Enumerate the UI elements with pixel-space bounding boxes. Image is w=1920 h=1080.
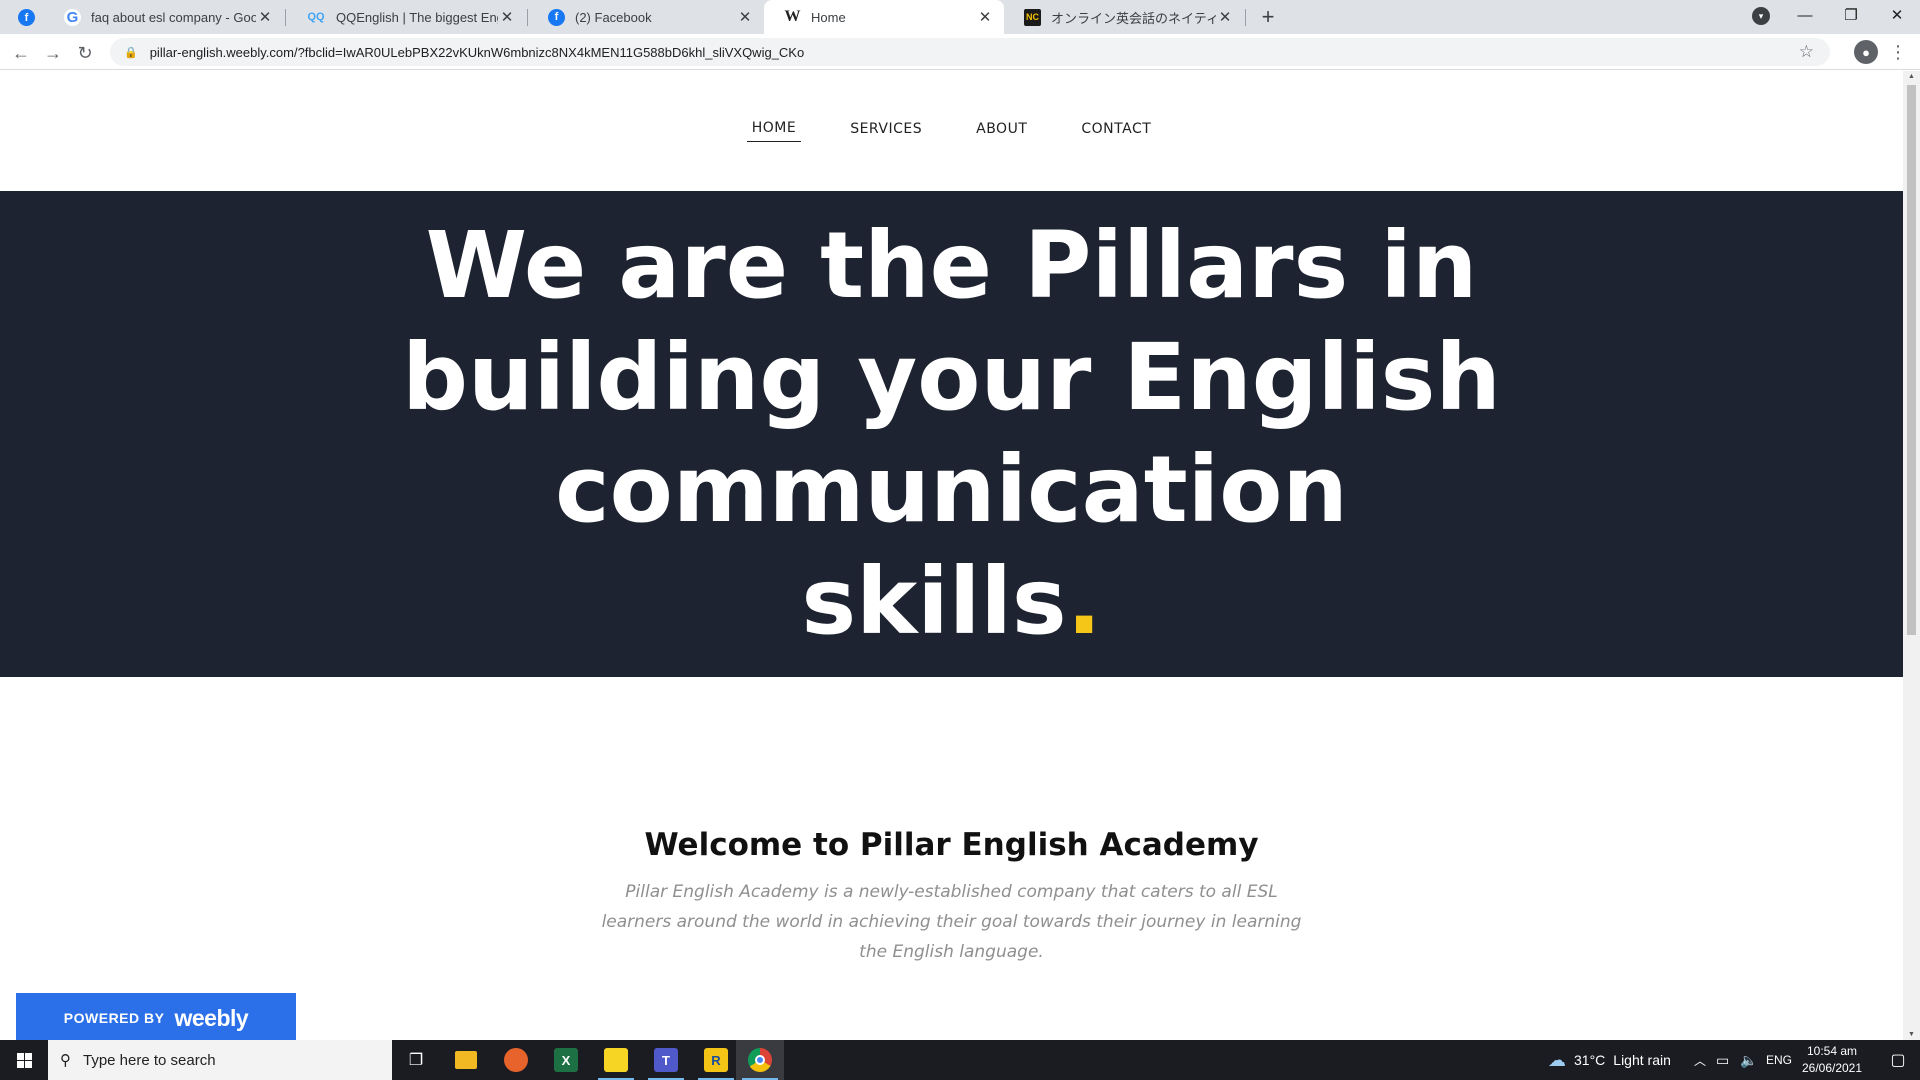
nav-contact[interactable]: CONTACT <box>1076 121 1156 142</box>
facebook-pinned-icon[interactable]: f <box>18 9 35 26</box>
nav-home[interactable]: HOME <box>746 120 802 142</box>
minimize-icon[interactable]: — <box>1782 0 1828 30</box>
close-tab-icon[interactable]: ✕ <box>256 8 274 26</box>
google-icon: G <box>64 8 81 26</box>
weather-temp: 31°C <box>1574 1052 1606 1068</box>
welcome-description: Pillar English Academy is a newly-establ… <box>601 882 1302 962</box>
nav-about[interactable]: ABOUT <box>971 121 1032 142</box>
tab-title: faq about esl company - Google <box>91 9 256 25</box>
sticky-notes-icon[interactable] <box>592 1040 640 1080</box>
taskbar-search-placeholder: Type here to search <box>83 1051 216 1069</box>
cloud-rain-icon: ☁ <box>1548 1049 1566 1070</box>
hero-banner: We are the Pillars in building your Engl… <box>0 191 1903 677</box>
url-text[interactable]: pillar-english.weebly.com/?fbclid=IwAR0U… <box>150 45 805 60</box>
hero-accent-dot: . <box>1066 548 1102 655</box>
search-icon: ⚲ <box>60 1052 71 1069</box>
clock-date: 26/06/2021 <box>1801 1061 1863 1075</box>
tab-title: QQEnglish | The biggest English <box>336 9 498 25</box>
page-scrollbar[interactable]: ▲ ▼ <box>1903 71 1920 1040</box>
welcome-title: Welcome to Pillar English Academy <box>644 827 1259 863</box>
back-icon[interactable]: ← <box>8 40 34 66</box>
browser-toolbar: ← → ↻ 🔒 pillar-english.weebly.com/?fbcli… <box>0 34 1920 70</box>
hero-title: We are the Pillars in building your Engl… <box>402 210 1502 658</box>
site-navigation: HOME SERVICES ABOUT CONTACT <box>0 71 1903 191</box>
tray-overflow-icon[interactable]: ︿ <box>1694 1040 1706 1080</box>
firefox-icon[interactable] <box>492 1040 540 1080</box>
language-indicator[interactable]: ENG <box>1766 1040 1792 1080</box>
tab-nativecamp[interactable]: NC オンライン英会話のネイティブキャンプ ✕ <box>1004 0 1244 34</box>
browser-menu-icon[interactable]: ⋮ <box>1888 38 1908 66</box>
rakuten-icon[interactable]: R <box>692 1040 740 1080</box>
tab-title: Home <box>811 9 846 25</box>
clock-time: 10:54 am <box>1806 1044 1858 1058</box>
close-tab-icon[interactable]: ✕ <box>498 8 516 26</box>
close-window-icon[interactable]: ✕ <box>1874 0 1920 30</box>
tab-home[interactable]: W Home ✕ <box>764 0 1004 34</box>
tab-qqenglish[interactable]: QQ QQEnglish | The biggest English ✕ <box>286 0 526 34</box>
nativecamp-icon: NC <box>1024 8 1041 26</box>
hero-title-text: We are the Pillars in building your Engl… <box>402 212 1501 655</box>
notification-center-icon[interactable]: ▢ <box>1876 1040 1920 1080</box>
address-bar[interactable]: 🔒 pillar-english.weebly.com/?fbclid=IwAR… <box>110 38 1830 66</box>
close-tab-icon[interactable]: ✕ <box>736 8 754 26</box>
file-explorer-icon[interactable] <box>442 1040 490 1080</box>
browser-tab-strip: f G faq about esl company - Google ✕ QQ … <box>0 0 1920 34</box>
reload-icon[interactable]: ↻ <box>72 40 98 66</box>
weebly-logo: weebly <box>174 1004 249 1031</box>
chrome-icon[interactable] <box>736 1040 784 1080</box>
weather-condition: Light rain <box>1613 1052 1671 1068</box>
qqenglish-icon: QQ <box>307 11 325 23</box>
close-tab-icon[interactable]: ✕ <box>976 8 994 26</box>
teams-icon[interactable]: T <box>642 1040 690 1080</box>
scroll-up-arrow-icon[interactable]: ▲ <box>1907 73 1916 80</box>
scrollbar-thumb[interactable] <box>1907 85 1916 635</box>
tab-google-search[interactable]: G faq about esl company - Google ✕ <box>44 0 284 34</box>
tab-title: オンライン英会話のネイティブキャンプ <box>1051 10 1216 26</box>
excel-icon[interactable]: X <box>542 1040 590 1080</box>
new-tab-button[interactable]: + <box>1254 0 1282 34</box>
nav-services[interactable]: SERVICES <box>845 121 927 142</box>
tab-separator <box>1245 9 1246 26</box>
scroll-down-arrow-icon[interactable]: ▼ <box>1907 1031 1916 1038</box>
windows-taskbar: ⚲ Type here to search ❐ X T R ☁ 31°C Lig… <box>0 1040 1920 1080</box>
tab-facebook[interactable]: f (2) Facebook ✕ <box>528 0 764 34</box>
tab-search-icon[interactable]: ▾ <box>1752 7 1770 25</box>
tab-title: (2) Facebook <box>575 9 652 25</box>
volume-icon[interactable]: 🔈 <box>1740 1040 1757 1080</box>
forward-icon[interactable]: → <box>40 40 66 66</box>
restore-icon[interactable]: ❐ <box>1828 0 1874 30</box>
windows-logo-icon <box>16 1052 32 1068</box>
powered-by-weebly-badge[interactable]: POWERED BY weebly <box>16 993 296 1040</box>
weather-widget[interactable]: ☁ 31°C Light rain <box>1548 1040 1671 1080</box>
close-tab-icon[interactable]: ✕ <box>1216 8 1234 26</box>
taskbar-search[interactable]: ⚲ Type here to search <box>48 1040 392 1080</box>
welcome-section: Welcome to Pillar English Academy Pillar… <box>0 827 1903 967</box>
start-button[interactable] <box>0 1040 48 1080</box>
weebly-icon: W <box>784 8 801 25</box>
taskbar-clock[interactable]: 10:54 am 26/06/2021 <box>1790 1043 1874 1077</box>
network-icon[interactable]: ▭ <box>1716 1040 1729 1080</box>
bookmark-star-icon[interactable]: ☆ <box>1799 42 1814 62</box>
task-view-icon[interactable]: ❐ <box>392 1040 440 1080</box>
profile-avatar-icon[interactable]: ● <box>1854 40 1878 64</box>
facebook-icon: f <box>548 8 565 26</box>
lock-icon[interactable]: 🔒 <box>124 46 138 59</box>
powered-by-label: POWERED BY <box>63 1010 165 1026</box>
page-viewport: HOME SERVICES ABOUT CONTACT We are the P… <box>0 71 1903 1040</box>
